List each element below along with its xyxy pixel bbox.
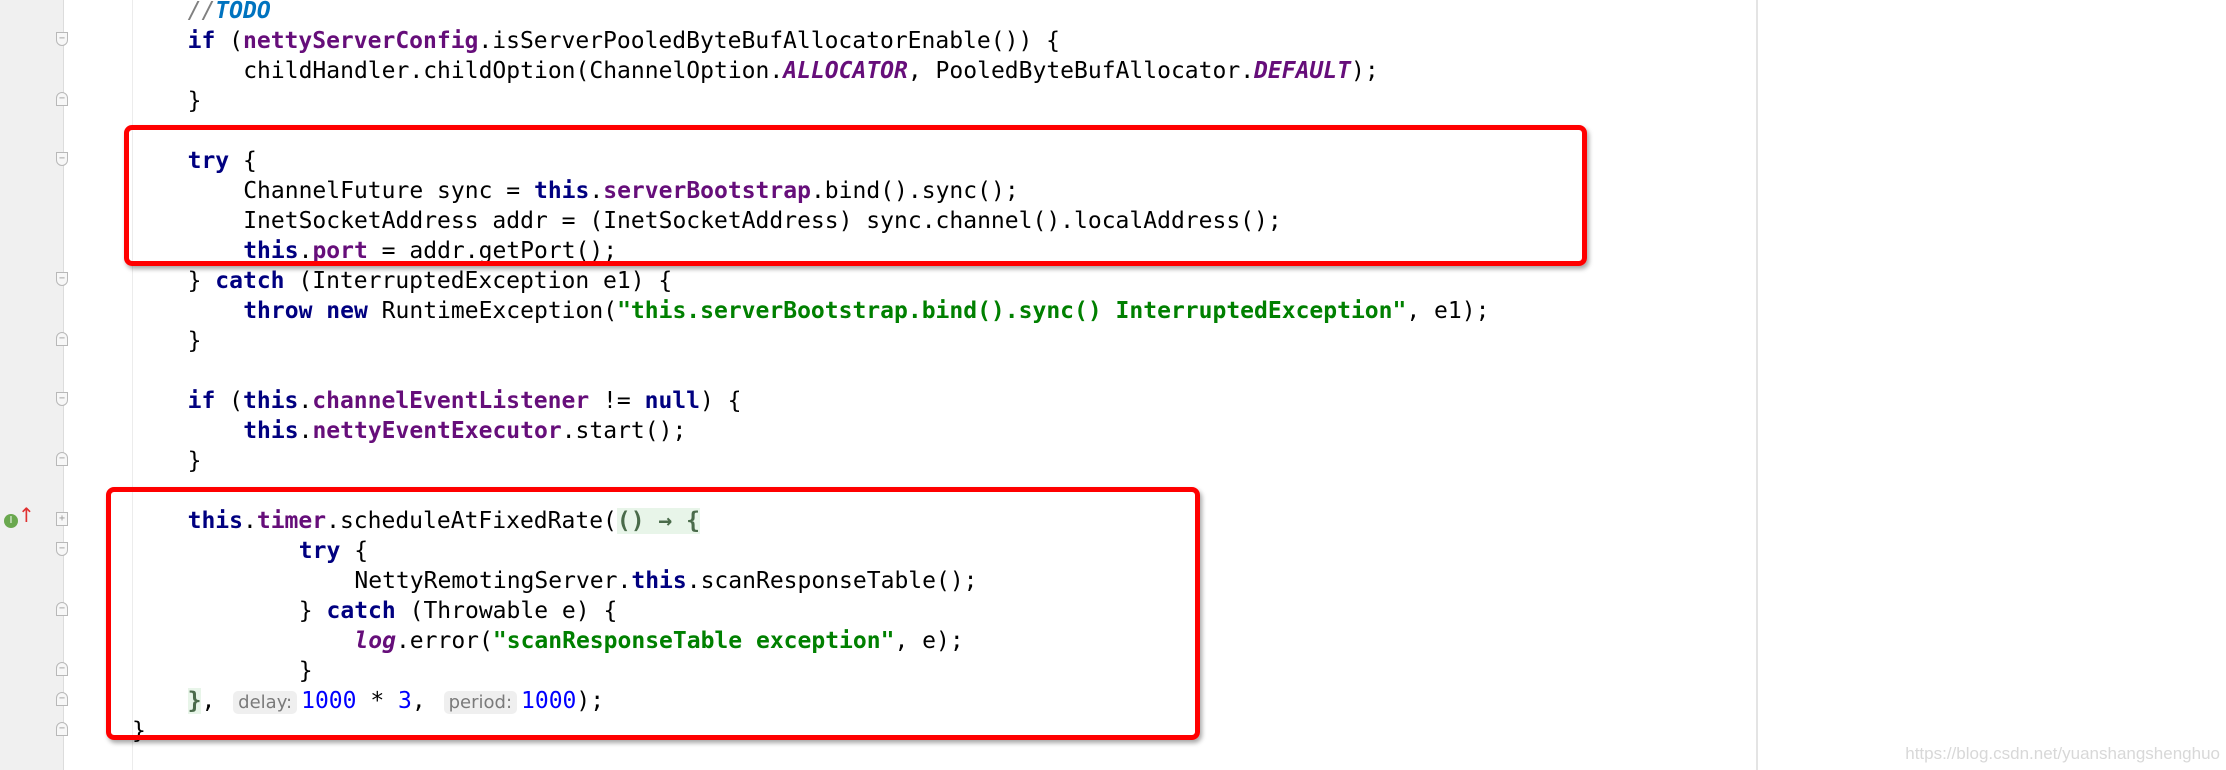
code-token: nettyEventExecutor	[312, 418, 562, 444]
collapse-fold-icon[interactable]: −	[56, 692, 68, 706]
collapse-fold-icon[interactable]: −	[56, 722, 68, 736]
code-token: .	[298, 418, 313, 444]
code-token: }	[187, 328, 202, 354]
code-line[interactable]: }	[188, 86, 202, 116]
collapse-fold-icon[interactable]: −	[56, 662, 68, 676]
code-token: }	[187, 88, 202, 114]
code-token: (	[215, 28, 243, 54]
code-token: .	[298, 388, 313, 414]
code-token: ) {	[699, 388, 742, 414]
code-token: if	[187, 388, 216, 414]
collapse-fold-icon[interactable]: −	[56, 272, 68, 286]
watermark: https://blog.csdn.net/yuanshangshenghuo	[1905, 744, 2220, 763]
collapse-fold-icon[interactable]: −	[56, 152, 68, 166]
code-line[interactable]: if (nettyServerConfig.isServerPooledByte…	[188, 26, 1060, 56]
code-token: if	[187, 28, 216, 54]
code-line[interactable]: this.nettyEventExecutor.start();	[243, 416, 686, 446]
code-token: }	[187, 268, 216, 294]
code-line[interactable]: childHandler.childOption(ChannelOption.A…	[243, 56, 1379, 86]
collapse-fold-icon[interactable]: −	[56, 542, 68, 556]
gutter-divider	[63, 0, 64, 770]
code-token: ALLOCATOR	[783, 58, 908, 84]
implements-method-icon[interactable]: I	[4, 514, 18, 528]
code-token: DEFAULT	[1254, 58, 1351, 84]
collapse-fold-icon[interactable]: −	[56, 452, 68, 466]
code-token: channelEventListener	[312, 388, 590, 414]
override-arrow-icon[interactable]: ↑	[18, 504, 35, 526]
code-token: (	[215, 388, 243, 414]
expand-fold-icon[interactable]: +	[56, 512, 68, 526]
code-line[interactable]: } catch (InterruptedException e1) {	[188, 266, 673, 296]
code-line[interactable]: }	[188, 446, 202, 476]
highlight-box-timer-block	[106, 487, 1200, 740]
code-token: (InterruptedException e1) {	[284, 268, 673, 294]
editor-gutter	[0, 0, 63, 770]
code-token: , e1);	[1406, 298, 1490, 324]
highlight-box-bind-block	[124, 125, 1587, 266]
right-margin-guide	[1756, 0, 1758, 770]
collapse-fold-icon[interactable]: −	[56, 92, 68, 106]
code-token: );	[1350, 58, 1379, 84]
code-line[interactable]: if (this.channelEventListener != null) {	[188, 386, 742, 416]
collapse-fold-icon[interactable]: −	[56, 32, 68, 46]
collapse-fold-icon[interactable]: −	[56, 332, 68, 346]
code-token: nettyServerConfig	[243, 28, 479, 54]
code-token: null	[644, 388, 700, 414]
code-token: TODO	[215, 0, 271, 24]
code-line[interactable]: }	[188, 326, 202, 356]
code-token: childHandler.childOption(ChannelOption.	[243, 58, 784, 84]
code-token: .start();	[561, 418, 687, 444]
code-token: catch	[215, 268, 285, 294]
code-line[interactable]: //TODO	[188, 0, 271, 26]
collapse-fold-icon[interactable]: −	[56, 392, 68, 406]
code-token: , PooledByteBufAllocator.	[907, 58, 1255, 84]
code-token: !=	[589, 388, 645, 414]
code-token: RuntimeException(	[367, 298, 618, 324]
collapse-fold-icon[interactable]: −	[56, 602, 68, 616]
code-token: "this.serverBootstrap.bind().sync() Inte…	[617, 298, 1407, 324]
code-token: //	[187, 0, 216, 24]
code-token: throw new	[243, 298, 368, 324]
code-token: this	[243, 418, 299, 444]
code-token: .isServerPooledByteBufAllocatorEnable())…	[478, 28, 1060, 54]
code-line[interactable]: throw new RuntimeException("this.serverB…	[243, 296, 1489, 326]
code-token: }	[187, 448, 202, 474]
code-token: this	[243, 388, 299, 414]
